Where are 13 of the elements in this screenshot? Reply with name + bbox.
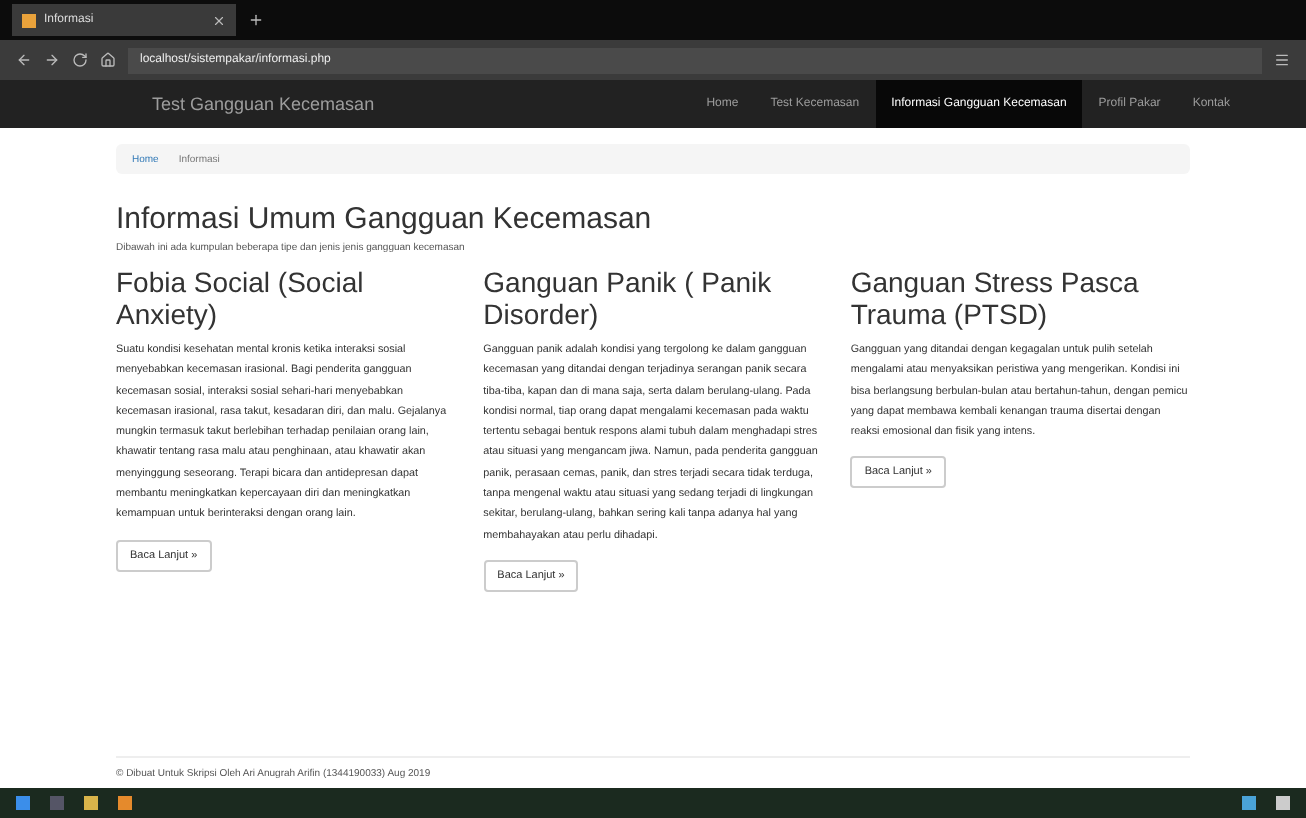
page-title: Informasi Umum Gangguan Kecemasan bbox=[116, 202, 654, 236]
article-heading: Fobia Social (Social Anxiety) bbox=[116, 266, 366, 330]
plus-icon[interactable] bbox=[248, 12, 264, 28]
article-heading: Ganguan Stress Pasca Trauma (PTSD) bbox=[850, 266, 1141, 330]
back-icon[interactable] bbox=[16, 52, 32, 68]
article-heading: Ganguan Panik ( Panik Disorder) bbox=[483, 266, 774, 330]
reload-icon[interactable] bbox=[72, 52, 88, 68]
site-brand[interactable]: Test Gangguan Kecemasan bbox=[152, 94, 691, 114]
favicon-icon bbox=[22, 13, 36, 27]
close-icon[interactable] bbox=[212, 13, 226, 27]
home-icon[interactable] bbox=[100, 52, 116, 68]
menu-icon[interactable] bbox=[1274, 52, 1290, 68]
forward-icon[interactable] bbox=[44, 52, 60, 68]
